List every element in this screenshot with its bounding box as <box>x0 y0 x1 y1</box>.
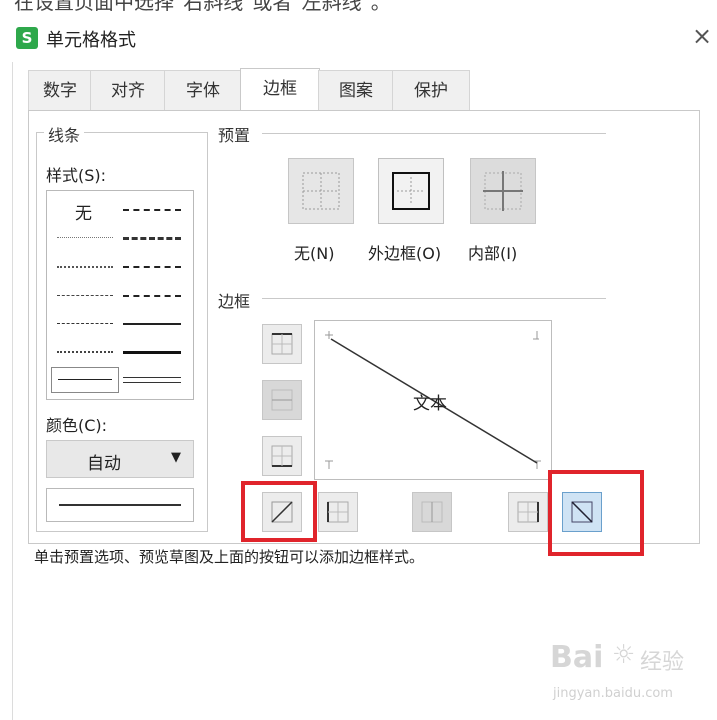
tab-number[interactable]: 数字 <box>28 70 92 111</box>
highlight-diagonal-down <box>548 470 644 556</box>
line-style-thick[interactable] <box>123 351 181 354</box>
preset-inside-button[interactable] <box>470 158 536 224</box>
color-dropdown[interactable]: 自动 ▼ <box>46 440 194 478</box>
preset-none-button[interactable] <box>288 158 354 224</box>
close-button[interactable]: × <box>692 22 712 50</box>
preview-text: 文本 <box>413 394 447 414</box>
preset-group-legend: 预置 <box>214 122 255 146</box>
preset-inside-icon <box>483 171 523 211</box>
border-top-icon <box>271 333 293 355</box>
tab-pattern[interactable]: 图案 <box>318 70 394 111</box>
watermark-brand-2: 经验 <box>640 650 685 675</box>
preset-none-icon <box>302 172 340 210</box>
preset-separator <box>262 133 606 134</box>
preset-outline-icon <box>392 172 430 210</box>
highlight-diagonal-up <box>241 481 317 542</box>
line-style-hair[interactable] <box>57 237 113 238</box>
line-style-list: 无 <box>46 190 194 400</box>
line-style-dash-dot[interactable] <box>57 323 113 324</box>
border-right-icon <box>517 501 539 523</box>
border-left-icon <box>327 501 349 523</box>
border-left-button[interactable] <box>318 492 358 532</box>
preset-none-label: 无(N) <box>294 244 335 263</box>
tab-alignment[interactable]: 对齐 <box>90 70 166 111</box>
border-separator <box>262 298 606 299</box>
dialog-title: 单元格格式 <box>46 30 136 51</box>
line-style-dotted[interactable] <box>57 266 113 268</box>
border-middle-horizontal-button[interactable] <box>262 380 302 420</box>
preset-outline-button[interactable] <box>378 158 444 224</box>
line-style-dash[interactable] <box>57 351 113 353</box>
top-caption: 在设置页面中选择"右斜线"或者"左斜线"。 <box>14 0 391 12</box>
line-style-dash-dot-dot[interactable] <box>57 295 113 296</box>
border-middle-vertical-button[interactable] <box>412 492 452 532</box>
watermark-url: jingyan.baidu.com <box>553 686 673 701</box>
color-label: 颜色(C): <box>46 416 108 435</box>
app-logo-icon: S <box>16 27 38 49</box>
color-dropdown-value: 自动 <box>87 454 121 474</box>
line-style-double[interactable] <box>123 377 181 383</box>
tab-border[interactable]: 边框 <box>240 68 320 113</box>
preset-outline-label: 外边框(O) <box>368 244 442 263</box>
line-style-medium-dash-dot[interactable] <box>123 266 181 268</box>
border-bottom-button[interactable] <box>262 436 302 476</box>
line-style-medium[interactable] <box>123 323 181 325</box>
border-right-button[interactable] <box>508 492 548 532</box>
border-bottom-icon <box>271 445 293 467</box>
tab-font[interactable]: 字体 <box>164 70 242 111</box>
watermark-paw-icon: ☼ <box>612 640 636 670</box>
border-top-button[interactable] <box>262 324 302 364</box>
line-style-slant-dash-dot[interactable] <box>123 237 181 240</box>
border-middle-h-icon <box>271 389 293 411</box>
line-style-medium-dash[interactable] <box>123 295 181 297</box>
hint-text: 单击预置选项、预览草图及上面的按钮可以添加边框样式。 <box>34 548 425 566</box>
chevron-down-icon: ▼ <box>171 450 181 465</box>
line-group-legend: 线条 <box>44 122 85 146</box>
preset-inside-label: 内部(I) <box>468 244 518 263</box>
watermark-brand: Bai <box>550 640 604 675</box>
tab-protection[interactable]: 保护 <box>392 70 470 111</box>
line-style-thin-selected[interactable] <box>51 367 119 393</box>
top-caption-cutoff: 在设置页面中选择"右斜线"或者"左斜线"。 <box>0 0 717 12</box>
style-label: 样式(S): <box>46 166 107 185</box>
border-group-legend: 边框 <box>214 288 255 312</box>
line-style-medium-dash-dot-dot[interactable] <box>123 209 181 211</box>
border-preview-area[interactable]: 文本 <box>314 320 552 480</box>
line-preview-swatch <box>46 488 194 522</box>
border-middle-v-icon <box>421 501 443 523</box>
line-style-none[interactable]: 无 <box>75 199 92 224</box>
